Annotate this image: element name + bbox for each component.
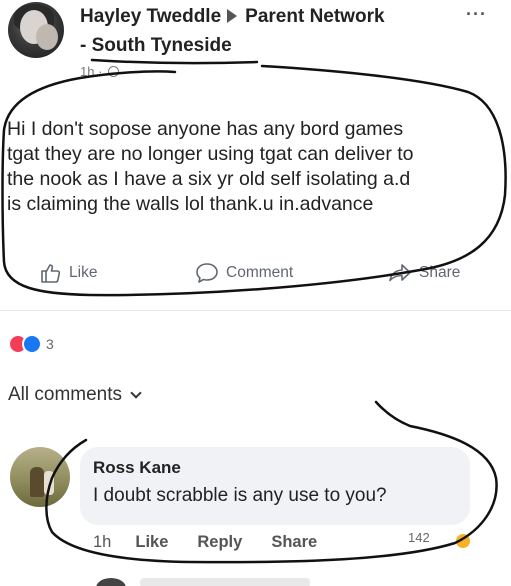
arrow-right-icon bbox=[227, 9, 238, 24]
comment-button[interactable]: Comment bbox=[195, 262, 293, 284]
author-avatar[interactable] bbox=[8, 2, 64, 58]
share-icon bbox=[389, 264, 411, 282]
commenter-name[interactable]: Ross Kane bbox=[93, 458, 181, 478]
like-button[interactable]: Like bbox=[40, 262, 97, 284]
more-options-icon[interactable]: ··· bbox=[466, 4, 487, 25]
commenter-avatar[interactable] bbox=[10, 447, 70, 507]
comment-text: I doubt scrabble is any use to you? bbox=[93, 485, 387, 506]
group-name-continued[interactable]: - South Tyneside bbox=[80, 35, 232, 57]
group-name[interactable]: Parent Network bbox=[245, 6, 384, 27]
post-meta: 1h · bbox=[80, 64, 120, 79]
avatar-face-child bbox=[36, 24, 58, 50]
post-text-line: the nook as I have a six yr old self iso… bbox=[7, 168, 411, 190]
reaction-count: 3 bbox=[46, 336, 54, 352]
comment-label: Comment bbox=[226, 264, 294, 281]
post-action-bar: Like Comment Share bbox=[0, 262, 511, 296]
chevron-down-icon bbox=[130, 386, 142, 399]
share-label: Share bbox=[419, 264, 461, 281]
share-button[interactable]: Share bbox=[388, 262, 460, 284]
post-body: Hi I don't sopose anyone has any bord ga… bbox=[7, 117, 507, 217]
meta-separator: · bbox=[98, 64, 103, 79]
next-commenter-avatar[interactable] bbox=[96, 578, 126, 586]
comment-time[interactable]: 1h bbox=[93, 533, 111, 552]
avatar-figure bbox=[30, 467, 44, 497]
comment-like-button[interactable]: Like bbox=[135, 533, 168, 552]
haha-icon bbox=[454, 532, 472, 550]
comment-share-button[interactable]: Share bbox=[271, 533, 317, 552]
globe-icon bbox=[108, 66, 120, 77]
comment-reply-button[interactable]: Reply bbox=[197, 533, 242, 552]
post-header: Hayley Tweddle Parent Network - South Tyn… bbox=[0, 0, 511, 80]
poster-line: Hayley Tweddle Parent Network bbox=[80, 6, 385, 28]
avatar-figure-light bbox=[44, 471, 54, 495]
comments-filter-label: All comments bbox=[8, 384, 123, 405]
post-text-line: is claiming the walls lol thank.u in.adv… bbox=[7, 193, 374, 215]
comment-reaction-count: 142 bbox=[408, 530, 430, 545]
thumbs-up-icon bbox=[41, 264, 61, 283]
reaction-summary[interactable]: 3 bbox=[8, 334, 54, 354]
comment-action-bar: 1h Like Reply Share bbox=[93, 533, 346, 552]
divider bbox=[0, 310, 511, 311]
post-text-line: tgat they are no longer using tgat can d… bbox=[7, 143, 414, 165]
next-commenter-name bbox=[140, 578, 310, 586]
like-icon bbox=[22, 334, 42, 354]
post-time[interactable]: 1h bbox=[80, 64, 94, 79]
comment-icon bbox=[196, 263, 218, 283]
comments-filter-dropdown[interactable]: All comments bbox=[8, 384, 142, 406]
like-label: Like bbox=[69, 264, 98, 281]
author-name[interactable]: Hayley Tweddle bbox=[80, 6, 221, 27]
post-text-line: Hi I don't sopose anyone has any bord ga… bbox=[7, 118, 404, 140]
